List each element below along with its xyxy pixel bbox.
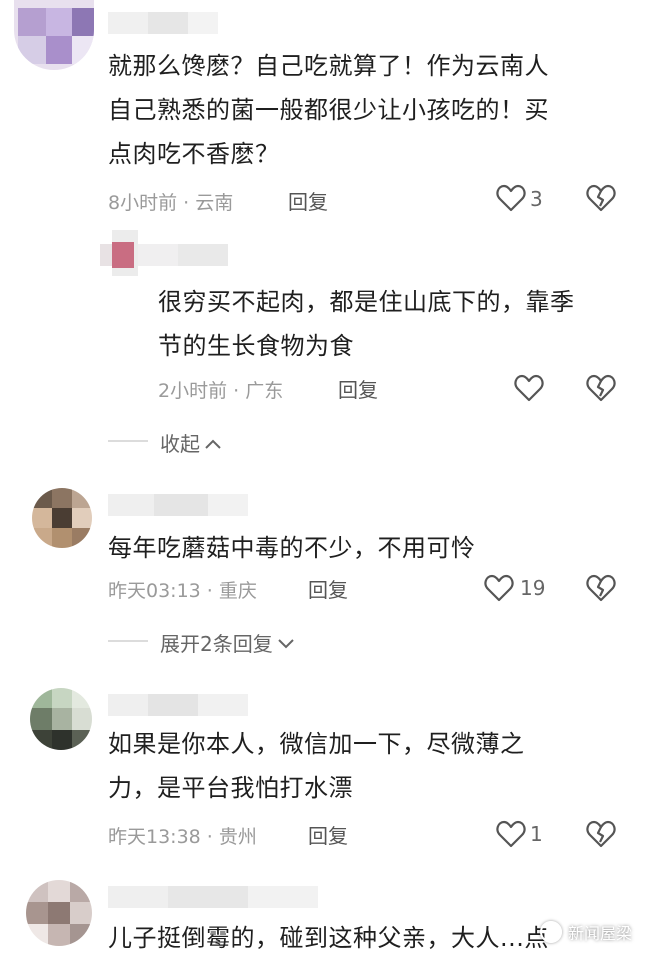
dislike-button[interactable] xyxy=(586,820,616,848)
like-button[interactable] xyxy=(514,374,544,402)
reply-button[interactable]: 回复 xyxy=(308,574,348,603)
collapse-label: 收起 xyxy=(160,432,200,456)
comment-line: 如果是你本人，微信加一下，尽微薄之 xyxy=(108,730,525,758)
heart-outline-icon xyxy=(514,374,544,402)
dislike-button[interactable] xyxy=(586,574,616,602)
comment-line: 节的生长食物为食 xyxy=(158,332,354,360)
avatar[interactable] xyxy=(26,880,92,946)
comment-line: 点肉吃不香麽？ xyxy=(108,140,280,168)
comment-line: 就那么馋麽？自己吃就算了！作为云南人 xyxy=(108,52,549,80)
heart-outline-icon xyxy=(496,820,526,848)
heart-outline-icon xyxy=(496,184,526,212)
username[interactable] xyxy=(108,494,258,516)
username[interactable] xyxy=(108,886,318,908)
watermark-text: 新闻屋梁 xyxy=(568,924,633,943)
comment-text: 就那么馋麽？自己吃就算了！作为云南人 自己熟悉的菌一般都很少让小孩吃的！买 点肉… xyxy=(108,44,628,176)
comment-meta: 8小时前 · 云南 xyxy=(108,192,234,214)
chevron-up-icon xyxy=(204,431,222,455)
reply-text: 很穷买不起肉，都是住山底下的，靠季 节的生长食物为食 xyxy=(158,280,628,368)
dislike-button[interactable] xyxy=(586,184,616,212)
like-button[interactable] xyxy=(496,820,526,848)
broken-heart-icon xyxy=(586,574,616,602)
broken-heart-icon xyxy=(586,184,616,212)
like-count: 3 xyxy=(530,187,543,211)
comment-meta: 昨天13:38 · 贵州 xyxy=(108,826,257,848)
divider xyxy=(108,440,148,442)
reply-meta: 2小时前 · 广东 xyxy=(158,380,284,402)
comment-text: 每年吃蘑菇中毒的不少，不用可怜 xyxy=(108,526,628,570)
reply-button[interactable]: 回复 xyxy=(288,186,328,215)
expand-label: 展开2条回复 xyxy=(160,632,273,656)
comment-line: 力，是平台我怕打水漂 xyxy=(108,774,353,802)
broken-heart-icon xyxy=(586,820,616,848)
like-count: 1 xyxy=(530,822,543,846)
avatar[interactable] xyxy=(30,688,92,750)
like-button[interactable] xyxy=(484,574,514,602)
chevron-down-icon xyxy=(277,631,295,655)
username[interactable] xyxy=(108,12,248,34)
comment-text: 如果是你本人，微信加一下，尽微薄之 力，是平台我怕打水漂 xyxy=(108,722,628,810)
avatar[interactable] xyxy=(14,0,94,70)
like-count: 19 xyxy=(520,576,546,600)
broken-heart-icon xyxy=(586,374,616,402)
username[interactable] xyxy=(108,694,258,716)
heart-outline-icon xyxy=(484,574,514,602)
comment-line: 很穷买不起肉，都是住山底下的，靠季 xyxy=(158,288,575,316)
reply-button[interactable]: 回复 xyxy=(338,374,378,403)
like-button[interactable] xyxy=(496,184,526,212)
reply-button[interactable]: 回复 xyxy=(308,820,348,849)
avatar[interactable] xyxy=(32,488,92,548)
dislike-button[interactable] xyxy=(586,374,616,402)
watermark-logo-icon xyxy=(540,921,562,943)
comment-meta: 昨天03:13 · 重庆 xyxy=(108,580,257,602)
expand-replies-button[interactable]: 展开2条回复 xyxy=(160,628,295,657)
collapse-replies-button[interactable]: 收起 xyxy=(160,428,222,457)
comment-line: 每年吃蘑菇中毒的不少，不用可怜 xyxy=(108,534,476,562)
divider xyxy=(108,640,148,642)
comment-line: 自己熟悉的菌一般都很少让小孩吃的！买 xyxy=(108,96,549,124)
watermark: 新闻屋梁 xyxy=(540,920,632,944)
